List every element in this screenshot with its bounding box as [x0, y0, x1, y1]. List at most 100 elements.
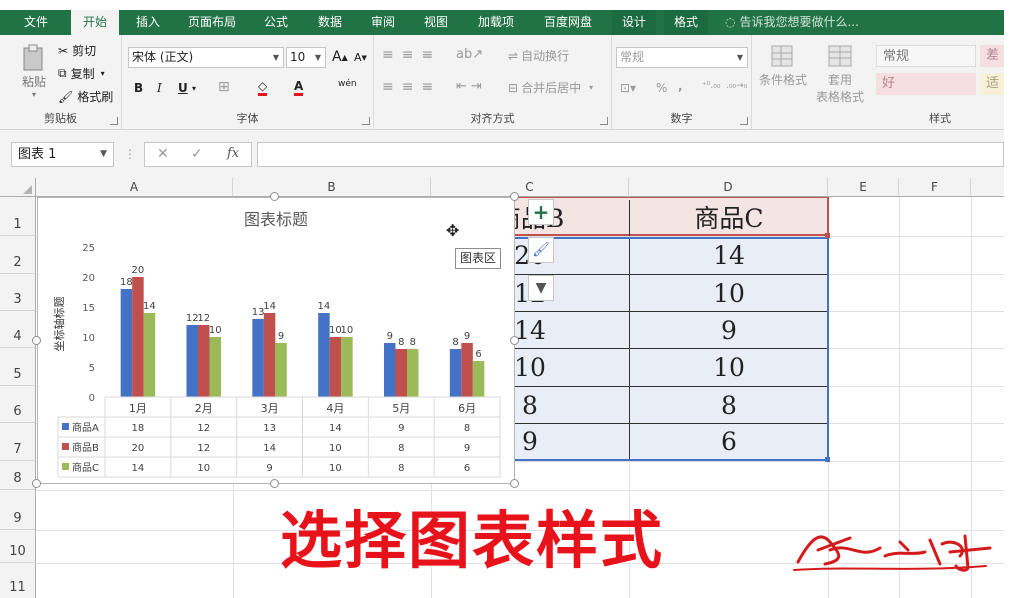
- enter-icon[interactable]: ✓: [191, 146, 203, 162]
- tab-review[interactable]: 审阅: [363, 10, 403, 35]
- row-header-8[interactable]: 8: [0, 461, 36, 490]
- cell-d7[interactable]: 6: [630, 424, 828, 459]
- clipboard-launcher-icon[interactable]: [110, 117, 118, 125]
- tab-page-layout[interactable]: 页面布局: [180, 10, 244, 35]
- select-all-corner[interactable]: [0, 178, 36, 197]
- column-header-g[interactable]: [971, 178, 1004, 197]
- fill-color-button[interactable]: ◇: [258, 79, 268, 96]
- chart-filters-button[interactable]: ▼: [528, 275, 554, 301]
- plot-area[interactable]: 2520151050181213149820121410891410910861…: [57, 243, 501, 478]
- column-header-e[interactable]: E: [828, 178, 899, 197]
- chart-area[interactable]: 图表标题 坐标轴标题 25 20 15 10 5 0 18 12 13 14 9 8 20 12 14 10 8…: [37, 197, 515, 484]
- chart-title[interactable]: 图表标题: [244, 210, 308, 229]
- chart-resize-handle[interactable]: [270, 192, 279, 201]
- chart-resize-handle[interactable]: [32, 336, 41, 345]
- cell-d3[interactable]: 10: [630, 275, 828, 311]
- tab-home[interactable]: 开始: [71, 10, 119, 35]
- wrap-text-button[interactable]: ⇌ 自动换行: [508, 47, 569, 64]
- tell-me-search[interactable]: ◌ 告诉我您想要做什么...: [725, 10, 859, 35]
- chart-resize-handle[interactable]: [270, 479, 279, 488]
- row-header-1[interactable]: 1: [0, 197, 36, 236]
- cancel-icon[interactable]: ✕: [157, 146, 169, 162]
- format-as-table-button[interactable]: 套用 表格格式: [808, 43, 872, 105]
- conditional-format-button[interactable]: 条件格式: [758, 43, 808, 88]
- chart-styles-button[interactable]: 🖌: [528, 237, 554, 263]
- chart-resize-handle[interactable]: [32, 479, 41, 488]
- style-neutral[interactable]: 适: [980, 73, 1004, 95]
- comma-button[interactable]: ,: [678, 79, 683, 93]
- vertical-align-icons[interactable]: ≡≡≡: [382, 47, 441, 63]
- paste-button[interactable]: 粘贴 ▾: [14, 43, 54, 99]
- merge-center-button[interactable]: ⊟ 合并后居中 ▾: [508, 79, 593, 96]
- bold-button[interactable]: B: [134, 81, 143, 95]
- row-header-9[interactable]: 9: [0, 490, 36, 530]
- column-header-a[interactable]: A: [36, 178, 233, 197]
- data-label: 18: [120, 277, 133, 288]
- row-header-11[interactable]: 11: [0, 563, 36, 598]
- chart-resize-handle[interactable]: [510, 336, 519, 345]
- name-box[interactable]: 图表 1 ▼: [11, 142, 114, 167]
- percent-button[interactable]: %: [656, 81, 667, 95]
- font-size-select[interactable]: 10 ▼: [286, 47, 326, 68]
- alignment-launcher-icon[interactable]: [600, 117, 608, 125]
- y-axis-title[interactable]: 坐标轴标题: [52, 297, 66, 352]
- copy-button[interactable]: ⧉ 复制 ▾: [58, 65, 105, 82]
- column-header-d[interactable]: D: [629, 178, 828, 197]
- number-format-select[interactable]: 常规 ▼: [616, 47, 748, 68]
- cut-button[interactable]: ✂ 剪切: [58, 42, 96, 59]
- shrink-font-button[interactable]: A ▼: [354, 51, 367, 64]
- row-header-10[interactable]: 10: [0, 530, 36, 563]
- tab-file[interactable]: 文件: [15, 10, 57, 35]
- tab-view[interactable]: 视图: [416, 10, 456, 35]
- tab-addins[interactable]: 加载项: [468, 10, 524, 35]
- font-launcher-icon[interactable]: [362, 117, 370, 125]
- row-header-4[interactable]: 4: [0, 311, 36, 348]
- cell-d1[interactable]: 商品C: [630, 197, 828, 236]
- orientation-icon[interactable]: ab↗: [456, 47, 483, 62]
- column-header-f[interactable]: F: [899, 178, 971, 197]
- formula-buttons: ✕ ✓ fx: [144, 142, 252, 167]
- tab-data[interactable]: 数据: [310, 10, 350, 35]
- decrease-decimal-icon[interactable]: .₀₀→₀: [726, 81, 747, 91]
- formula-input[interactable]: [257, 142, 1004, 167]
- chart-resize-handle[interactable]: [510, 192, 519, 201]
- style-bad[interactable]: 差: [980, 45, 1004, 67]
- border-icon[interactable]: ⊞: [218, 79, 230, 95]
- horizontal-align-icons[interactable]: ≡≡≡: [382, 79, 441, 95]
- chart-resize-handle[interactable]: [510, 479, 519, 488]
- font-name-select[interactable]: 宋体 (正文) ▼: [128, 47, 284, 68]
- tab-chart-design[interactable]: 设计: [612, 10, 656, 35]
- tab-formulas[interactable]: 公式: [256, 10, 296, 35]
- font-color-button[interactable]: A: [294, 79, 304, 96]
- row-header-2[interactable]: 2: [0, 236, 36, 274]
- row-header-6[interactable]: 6: [0, 386, 36, 423]
- indent-icons[interactable]: ⇤ ⇥: [456, 79, 482, 94]
- gridline: [36, 490, 1004, 491]
- phonetic-button[interactable]: wén: [338, 79, 357, 89]
- row-header-3[interactable]: 3: [0, 274, 36, 311]
- column-header-c[interactable]: C: [431, 178, 629, 197]
- number-launcher-icon[interactable]: [740, 117, 748, 125]
- chart-elements-button[interactable]: +: [528, 199, 554, 225]
- cell-d6[interactable]: 8: [630, 387, 828, 423]
- insert-function-icon[interactable]: fx: [227, 146, 239, 161]
- underline-dropdown-icon[interactable]: ▾: [192, 84, 196, 93]
- underline-button[interactable]: U: [178, 81, 188, 95]
- grow-font-button[interactable]: A ▲: [332, 49, 348, 65]
- tab-insert[interactable]: 插入: [128, 10, 168, 35]
- data-label: 9: [278, 331, 284, 342]
- column-header-b[interactable]: B: [233, 178, 431, 197]
- format-painter-button[interactable]: 🖌 格式刷: [58, 88, 113, 105]
- italic-button[interactable]: I: [157, 81, 162, 95]
- increase-decimal-icon[interactable]: ⁺⁰.₀₀: [702, 81, 720, 91]
- cell-d5[interactable]: 10: [630, 349, 828, 386]
- style-good[interactable]: 好: [876, 73, 976, 95]
- currency-icon[interactable]: ⊡▾: [620, 81, 636, 95]
- tab-chart-format[interactable]: 格式: [664, 10, 708, 35]
- row-header-7[interactable]: 7: [0, 423, 36, 461]
- style-normal[interactable]: 常规: [876, 45, 976, 67]
- cell-d4[interactable]: 9: [630, 312, 828, 348]
- cell-d2[interactable]: 14: [630, 237, 828, 274]
- row-header-5[interactable]: 5: [0, 348, 36, 386]
- tab-baidu[interactable]: 百度网盘: [536, 10, 600, 35]
